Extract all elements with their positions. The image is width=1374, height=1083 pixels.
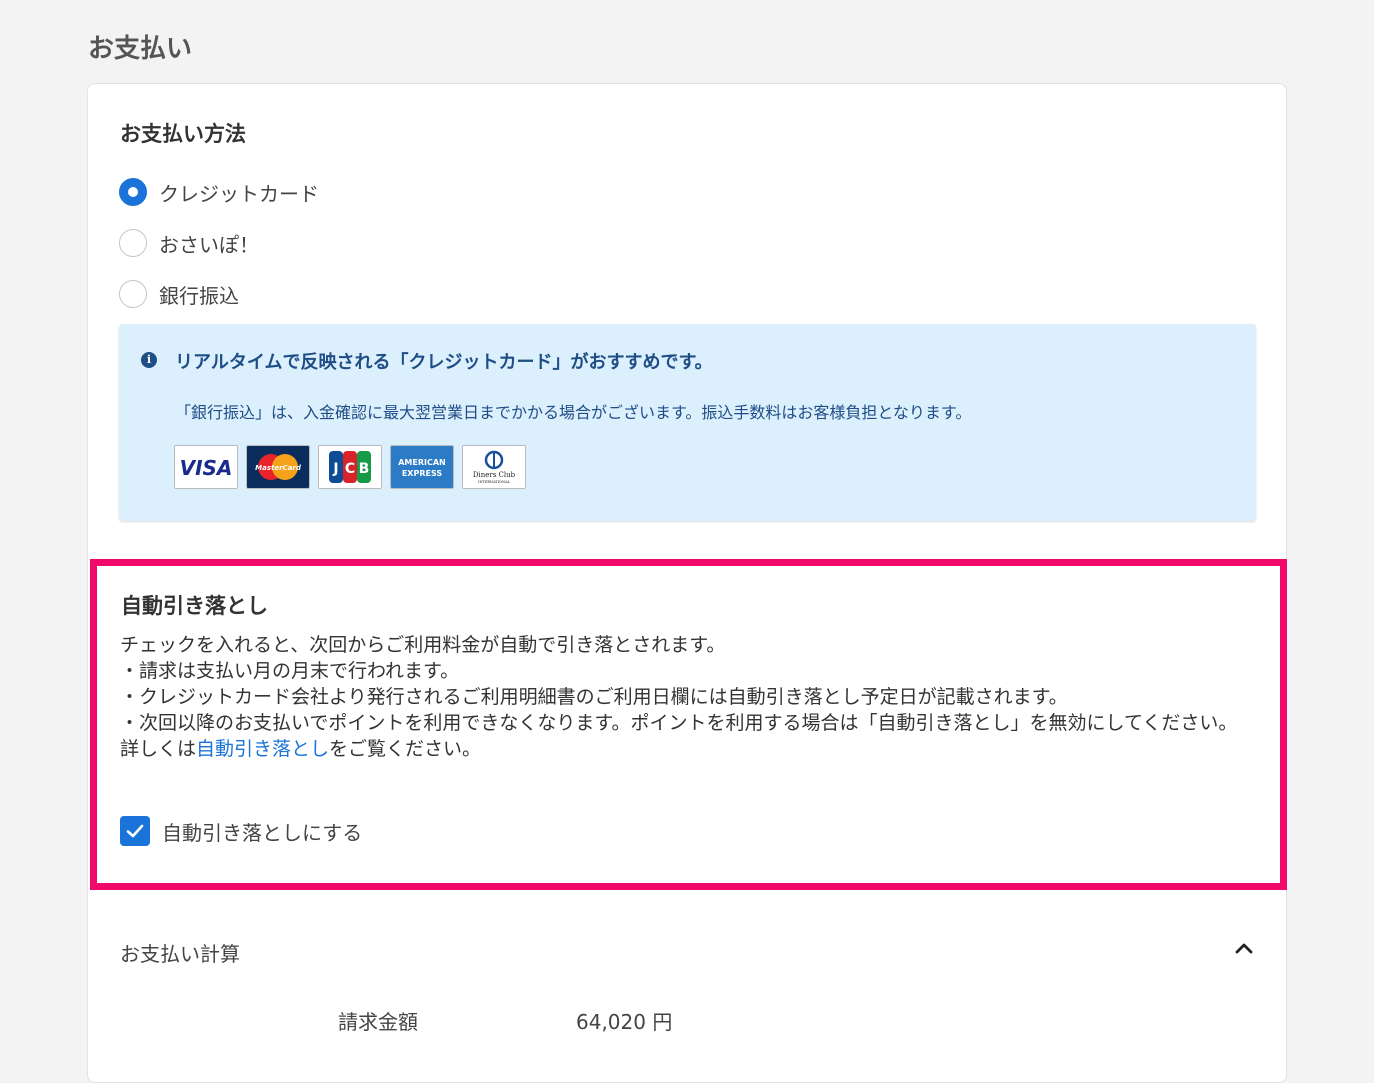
svg-text:EXPRESS: EXPRESS: [402, 469, 443, 478]
card-brand-logos: VISA MasterCard J C B AMERICAN EXPRESS D…: [174, 445, 526, 489]
auto-debit-checkbox[interactable]: [120, 816, 150, 846]
info-box: i リアルタイムで反映される「クレジットカード」がおすすめです。 「銀行振込」は…: [119, 324, 1256, 521]
radio-button-checked[interactable]: [119, 178, 147, 206]
radio-button[interactable]: [119, 229, 147, 257]
detail-suffix: をご覧ください。: [329, 738, 482, 760]
auto-debit-detail: 詳しくは自動引き落としをご覧ください。: [120, 736, 1260, 762]
visa-logo: VISA: [174, 445, 238, 489]
diners-club-logo: Diners Club INTERNATIONAL: [462, 445, 526, 489]
info-text: 「銀行振込」は、入金確認に最大翌営業日までかかる場合がございます。振込手数料はお…: [175, 403, 972, 422]
auto-debit-checkbox-label: 自動引き落としにする: [162, 820, 363, 845]
detail-prefix: 詳しくは: [120, 738, 197, 760]
mastercard-logo: MasterCard: [246, 445, 310, 489]
auto-debit-line: ・クレジットカード会社より発行されるご利用明細書のご利用日欄には自動引き落とし予…: [120, 686, 1068, 708]
svg-text:C: C: [345, 461, 355, 477]
radio-label: 銀行振込: [159, 283, 239, 308]
svg-text:J: J: [332, 461, 338, 477]
radio-button[interactable]: [119, 280, 147, 308]
radio-label: おさいぽ！: [159, 232, 259, 257]
svg-text:VISA: VISA: [180, 456, 233, 480]
amex-logo: AMERICAN EXPRESS: [390, 445, 454, 489]
payment-calculation-title: お支払い計算: [120, 942, 240, 966]
chevron-up-icon[interactable]: [1232, 936, 1256, 960]
svg-text:AMERICAN: AMERICAN: [398, 458, 446, 467]
auto-debit-line: ・請求は支払い月の月末で行われます。: [120, 660, 460, 682]
radio-label: クレジットカード: [159, 181, 319, 206]
auto-debit-title: 自動引き落とし: [121, 594, 268, 618]
bill-amount-label: 請求金額: [338, 1010, 418, 1034]
page-title: お支払い: [88, 34, 193, 64]
checkmark-icon: [126, 824, 144, 838]
radio-option-credit-card[interactable]: クレジットカード: [119, 176, 319, 208]
svg-text:MasterCard: MasterCard: [255, 464, 302, 472]
radio-option-osaipo[interactable]: おさいぽ！: [119, 227, 259, 259]
auto-debit-description: チェックを入れると、次回からご利用料金が自動で引き落とされます。 ・請求は支払い…: [120, 632, 1260, 762]
jcb-logo: J C B: [318, 445, 382, 489]
svg-text:INTERNATIONAL: INTERNATIONAL: [478, 480, 511, 484]
auto-debit-checkbox-row[interactable]: 自動引き落としにする: [120, 816, 362, 846]
auto-debit-link[interactable]: 自動引き落とし: [196, 738, 329, 760]
payment-method-title: お支払い方法: [120, 122, 246, 146]
auto-debit-section: 自動引き落とし チェックを入れると、次回からご利用料金が自動で引き落とされます。…: [90, 559, 1287, 890]
auto-debit-line: チェックを入れると、次回からご利用料金が自動で引き落とされます。: [120, 634, 726, 656]
auto-debit-line: ・次回以降のお支払いでポイントを利用できなくなります。ポイントを利用する場合は「…: [120, 712, 1238, 734]
radio-option-bank-transfer[interactable]: 銀行振込: [119, 278, 239, 310]
svg-text:Diners Club: Diners Club: [473, 471, 516, 479]
info-icon: i: [141, 352, 157, 368]
bill-amount-value: 64,020 円: [576, 1010, 673, 1034]
svg-text:B: B: [359, 461, 370, 477]
info-heading: リアルタイムで反映される「クレジットカード」がおすすめです。: [175, 352, 713, 373]
